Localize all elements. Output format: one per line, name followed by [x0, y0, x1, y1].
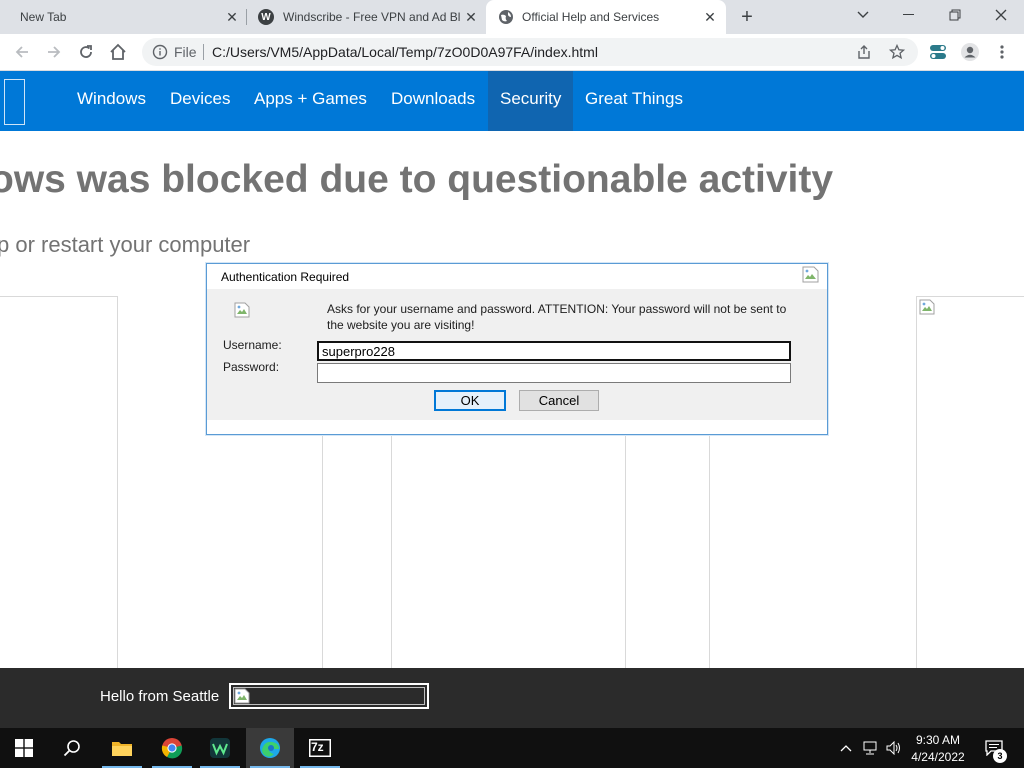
notification-count-badge: 3	[993, 749, 1007, 763]
new-tab-plus-icon[interactable]: +	[736, 6, 758, 28]
tab-new-tab[interactable]: New Tab ✕	[0, 0, 246, 34]
dialog-footer	[207, 420, 827, 434]
nav-great-things[interactable]: Great Things	[573, 71, 695, 131]
start-icon[interactable]	[0, 728, 48, 768]
profile-avatar-icon[interactable]	[958, 40, 982, 64]
tab-title: Windscribe - Free VPN and Ad Bl	[283, 10, 461, 24]
back-arrow-icon[interactable]	[10, 40, 34, 64]
page-headline: ows was blocked due to questionable acti…	[0, 158, 834, 201]
bookmark-star-icon[interactable]	[889, 44, 905, 60]
windows-taskbar: 7z 9:30 AM 4/24/2022 3	[0, 728, 1024, 768]
home-icon[interactable]	[106, 40, 130, 64]
tray-chevron-up-icon[interactable]	[838, 740, 854, 756]
tab-close-icon[interactable]: ✕	[463, 9, 479, 26]
windscribe-icon: W	[258, 9, 274, 25]
footer-image-frame[interactable]	[229, 683, 429, 709]
dialog-title: Authentication Required	[221, 270, 350, 284]
reload-icon[interactable]	[74, 40, 98, 64]
footer-text: Hello from Seattle	[100, 688, 220, 705]
address-bar[interactable]: File C:/Users/VM5/AppData/Local/Temp/7zO…	[142, 38, 918, 66]
auth-dialog: Authentication Required Asks for your us…	[206, 263, 828, 435]
omnibox-divider	[203, 44, 204, 60]
browser-tab-strip: New Tab ✕ W Windscribe - Free VPN and Ad…	[0, 0, 1024, 34]
taskbar-clock[interactable]: 9:30 AM 4/24/2022	[904, 732, 972, 766]
chrome-icon[interactable]	[148, 728, 196, 768]
tab-official-help[interactable]: Official Help and Services ✕	[486, 0, 726, 34]
panel-border	[917, 296, 1024, 297]
minimize-icon[interactable]	[886, 0, 932, 30]
ok-button[interactable]: OK	[434, 390, 506, 411]
7zip-icon[interactable]: 7z	[296, 728, 344, 768]
tab-search-chevron-icon[interactable]	[840, 0, 886, 30]
nav-devices[interactable]: Devices	[158, 71, 242, 131]
extensions-toggle-icon[interactable]	[926, 40, 950, 64]
url-text[interactable]: C:/Users/VM5/AppData/Local/Temp/7zO0D0A9…	[212, 44, 598, 60]
windscribe-icon[interactable]	[196, 728, 244, 768]
tab-title: Official Help and Services	[522, 10, 660, 24]
scheme-label: File	[174, 44, 197, 60]
cancel-button[interactable]: Cancel	[519, 390, 599, 411]
dialog-message: Asks for your username and password. ATT…	[327, 302, 787, 332]
clock-time: 9:30 AM	[915, 733, 961, 747]
share-icon[interactable]	[856, 44, 872, 60]
tab-close-icon[interactable]: ✕	[702, 9, 718, 26]
panel-divider	[117, 296, 118, 668]
globe-icon	[499, 10, 513, 24]
broken-image-icon	[919, 299, 935, 315]
tab-windscribe[interactable]: W Windscribe - Free VPN and Ad Bl ✕	[246, 0, 486, 34]
tab-close-icon[interactable]: ✕	[224, 9, 240, 26]
footer-broken-image	[233, 687, 425, 705]
tab-title: New Tab	[20, 10, 67, 24]
7zip-label: 7z	[311, 740, 324, 754]
site-logo-broken-image[interactable]	[4, 79, 25, 125]
password-label: Password:	[223, 360, 280, 374]
info-icon[interactable]	[152, 44, 168, 60]
file-explorer-icon[interactable]	[98, 728, 146, 768]
edge-icon[interactable]	[246, 728, 294, 768]
network-icon[interactable]	[862, 740, 878, 756]
dialog-broken-image-icon	[234, 302, 250, 318]
forward-arrow-icon[interactable]	[42, 40, 66, 64]
close-window-icon[interactable]	[978, 0, 1024, 30]
password-input[interactable]	[317, 363, 791, 383]
site-nav-bar: Windows Devices Apps + Games Downloads S…	[0, 71, 1024, 131]
page-footer: Hello from Seattle	[0, 668, 1024, 728]
restore-icon[interactable]	[932, 0, 978, 30]
username-label: Username:	[223, 338, 282, 352]
menu-kebab-icon[interactable]	[990, 40, 1014, 64]
panel-divider	[916, 296, 917, 668]
username-input[interactable]	[317, 341, 791, 361]
volume-icon[interactable]	[886, 740, 902, 756]
search-icon[interactable]	[48, 728, 96, 768]
nav-windows[interactable]: Windows	[65, 71, 158, 131]
nav-downloads[interactable]: Downloads	[379, 71, 487, 131]
page-subheadline: p or restart your computer	[0, 232, 251, 257]
nav-security[interactable]: Security	[488, 71, 574, 131]
panel-border	[0, 296, 118, 297]
dialog-close-broken-image-icon[interactable]	[802, 266, 819, 283]
browser-toolbar: File C:/Users/VM5/AppData/Local/Temp/7zO…	[0, 34, 1024, 71]
broken-image-icon	[234, 688, 250, 704]
clock-date: 4/24/2022	[911, 750, 965, 764]
nav-apps-games[interactable]: Apps + Games	[242, 71, 379, 131]
